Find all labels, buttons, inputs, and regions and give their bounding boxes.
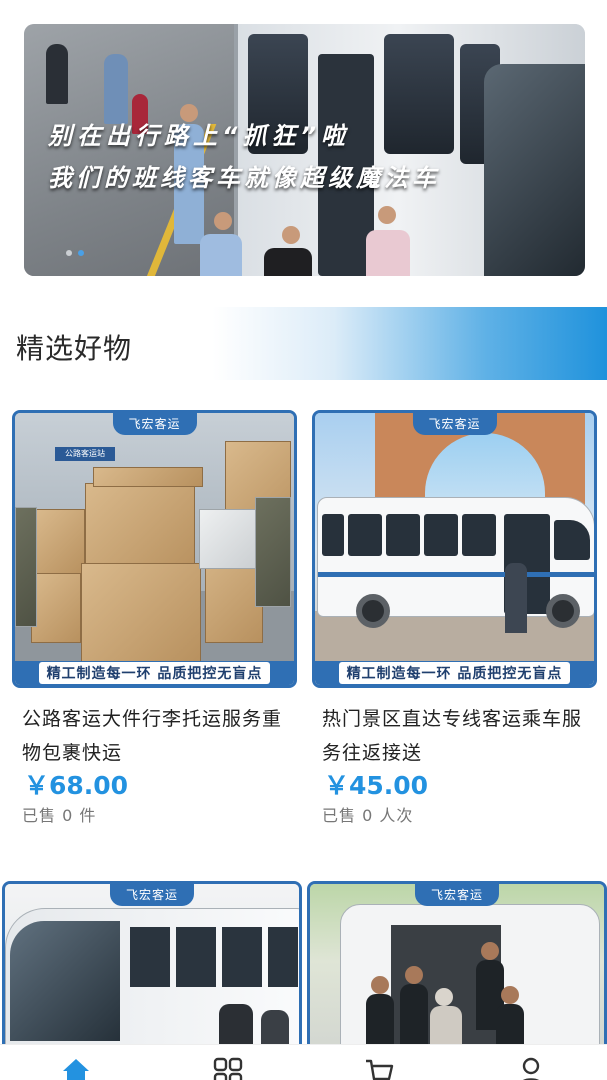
product-name[interactable]: 公路客运大件行李托运服务重物包裹快运 [22, 702, 284, 770]
brand-tag: 飞宏客运 [414, 884, 500, 906]
bottom-tab-bar [0, 1044, 607, 1080]
section-title: 精选好物 [16, 332, 133, 365]
passenger-figure [46, 44, 68, 104]
brand-tag: 飞宏客运 [109, 884, 195, 906]
promo-banner[interactable]: 别在出行路上“抓狂”啦 我们的班线客车就像超级魔法车 [24, 24, 585, 276]
product-sold-count: 已售 0 件 [22, 806, 97, 825]
minibus-figure [317, 497, 594, 628]
tab-category[interactable] [152, 1045, 304, 1080]
banner-dot-2[interactable] [78, 250, 84, 256]
coach-bus-figure [5, 908, 299, 1058]
tab-home[interactable] [0, 1045, 152, 1080]
person-head [214, 212, 232, 230]
passenger-figure [366, 230, 410, 276]
passenger-figure [505, 563, 527, 633]
passenger-figure [104, 54, 128, 124]
product-image[interactable]: 飞宏客运 精工制造每一环 品质把控无盲点 [312, 410, 597, 688]
brand-tag: 飞宏客运 [412, 413, 497, 435]
person-head [282, 226, 300, 244]
banner-slogan-line2: 我们的班线客车就像超级魔法车 [48, 164, 440, 192]
product-price: ￥68.00 [24, 771, 129, 800]
product-image[interactable]: 公路客运站 飞宏客运 精工制造每一环 品质把控无盲点 [12, 410, 297, 688]
brand-tag: 飞宏客运 [112, 413, 197, 435]
image-caption: 精工制造每一环 品质把控无盲点 [338, 662, 571, 684]
banner-pagination[interactable] [66, 250, 84, 256]
tab-profile[interactable] [455, 1045, 607, 1080]
product-price: ￥45.00 [324, 771, 429, 800]
banner-dot-1[interactable] [66, 250, 72, 256]
banner-slogan-line1: 别在出行路上“抓狂”啦 [48, 122, 350, 150]
product-card[interactable]: 公路客运站 飞宏客运 精工制造每一环 品质把控无盲点 公路客运大件行李托运服务重… [12, 410, 297, 825]
image-caption-strip: 精工制造每一环 品质把控无盲点 [15, 661, 294, 685]
cart-icon [366, 1059, 394, 1080]
category-icon [213, 1057, 242, 1080]
station-sign: 公路客运站 [55, 447, 115, 461]
product-sold-count: 已售 0 人次 [322, 806, 414, 825]
image-caption-strip: 精工制造每一环 品质把控无盲点 [315, 661, 594, 685]
passenger-figure [264, 248, 312, 276]
tab-cart[interactable] [304, 1045, 456, 1080]
app-page: 别在出行路上“抓狂”啦 我们的班线客车就像超级魔法车 精选好物 公路客运站 飞宏… [0, 0, 607, 1080]
section-header: 精选好物 [0, 307, 607, 380]
product-card[interactable]: 飞宏客运 精工制造每一环 品质把控无盲点 热门景区直达专线客运乘车服务往返接送 … [312, 410, 597, 825]
person-head [378, 206, 396, 224]
product-name[interactable]: 热门景区直达专线客运乘车服务往返接送 [322, 702, 584, 770]
staff-figure [200, 234, 242, 276]
image-caption: 精工制造每一环 品质把控无盲点 [38, 662, 271, 684]
user-icon [522, 1057, 540, 1080]
home-icon [62, 1059, 89, 1080]
